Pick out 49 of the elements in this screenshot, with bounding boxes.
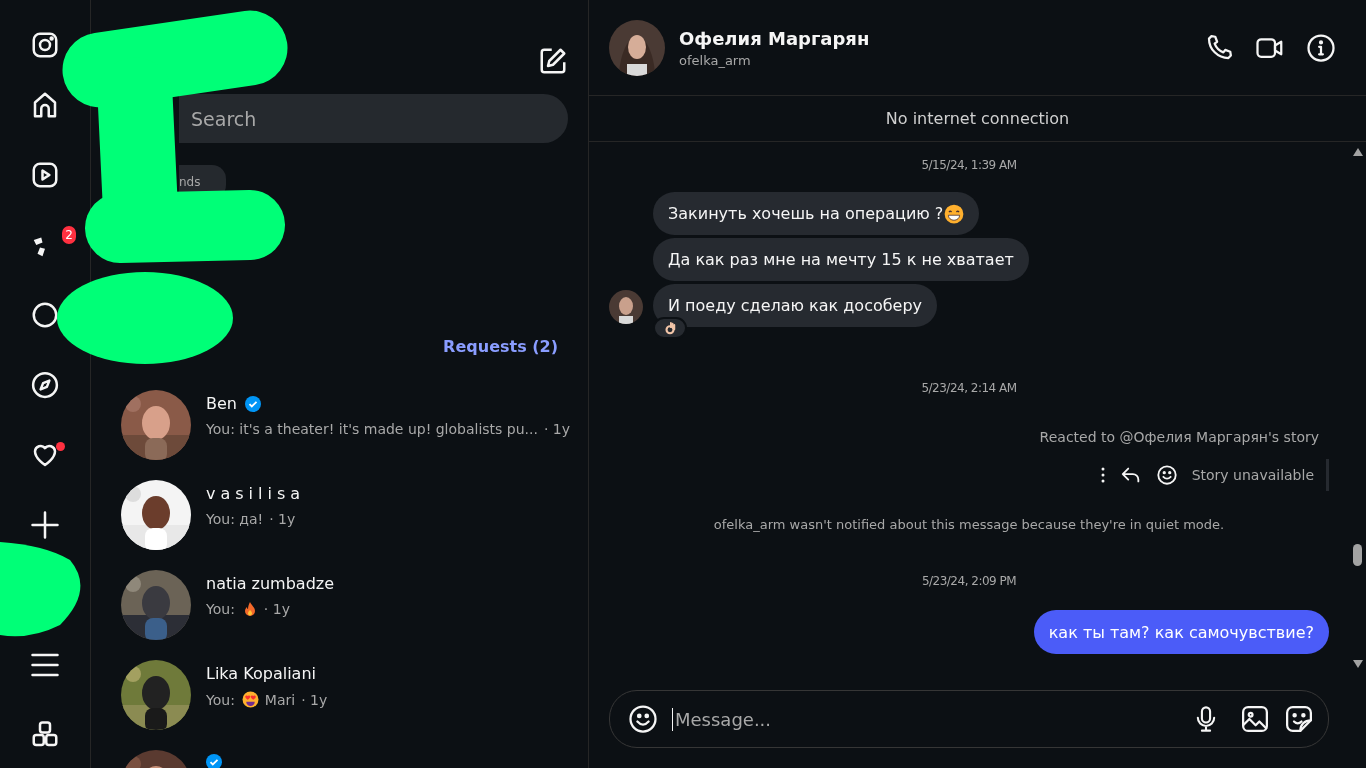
- message-text: Да как раз мне на мечту 15 к не хватает: [668, 250, 1014, 269]
- compose-icon[interactable]: [538, 46, 568, 76]
- sticker-icon[interactable]: [1284, 704, 1314, 734]
- grinning-face-icon: [944, 203, 965, 224]
- message-preview: You:: [206, 691, 235, 708]
- contact-name[interactable]: vasilisa: [206, 484, 306, 503]
- requests-link[interactable]: Requests (2): [443, 337, 558, 356]
- contact-name[interactable]: Офелия Маргарян: [679, 27, 870, 49]
- message-time: · 1y: [301, 691, 328, 708]
- contact-name[interactable]: natia zumbadze: [206, 574, 335, 593]
- message-time: · 1y: [263, 601, 290, 617]
- notification-badge: 2: [60, 224, 78, 246]
- emoji-icon[interactable]: [628, 704, 658, 734]
- explore-icon[interactable]: [30, 370, 60, 400]
- scrollbar-thumb[interactable]: [1353, 544, 1362, 566]
- message-text: И поеду сделаю как дособеру: [668, 296, 923, 315]
- message-time: · 1y: [543, 421, 571, 437]
- story-status: Story unavailable: [1191, 467, 1314, 483]
- message-text: Закинуть хочешь на операцию ?: [668, 204, 944, 223]
- message-preview: You: it's a theater! it's made up! globalists pu...: [206, 421, 538, 437]
- message-time: · 1y: [269, 511, 296, 527]
- timestamp: 5/23/24, 2:14 AM: [921, 381, 1017, 395]
- scroll-up-icon[interactable]: [1352, 148, 1363, 156]
- circle-icon[interactable]: [30, 300, 60, 330]
- heart-eyes-face-icon: [241, 691, 259, 708]
- reels-icon[interactable]: [30, 160, 60, 190]
- quiet-mode-notice: ofelka_arm wasn't notified about this message because they're in quiet mode.: [713, 517, 1225, 532]
- message-preview: Mari: [264, 691, 296, 708]
- timestamp: 5/15/24, 1:39 AM: [921, 158, 1017, 172]
- more-options-icon[interactable]: [1099, 466, 1106, 484]
- connection-banner: No internet connection: [589, 96, 1366, 142]
- contact-name[interactable]: Lika Kopaliani: [206, 664, 316, 683]
- logo-icon[interactable]: [30, 30, 60, 60]
- message-preview: You: да!: [206, 511, 264, 527]
- create-icon[interactable]: [30, 510, 60, 540]
- username: ofelka_arm: [679, 52, 752, 68]
- contact-name[interactable]: Ben: [206, 394, 237, 413]
- search-field[interactable]: Search: [179, 94, 568, 143]
- image-icon[interactable]: [1240, 704, 1270, 734]
- ok-hand-icon[interactable]: [653, 317, 687, 339]
- message-bubble: как ты там? как самочувствие?: [1033, 610, 1329, 654]
- info-icon[interactable]: [1306, 32, 1336, 63]
- scroll-down-icon[interactable]: [1352, 660, 1363, 668]
- message-field[interactable]: Message...: [672, 707, 1178, 731]
- message-composer[interactable]: Message...: [609, 690, 1329, 748]
- smiley-icon[interactable]: [1155, 464, 1178, 486]
- message-preview: You:: [206, 601, 235, 617]
- timestamp: 5/23/24, 2:09 PM: [921, 574, 1017, 588]
- story-reaction-label: Reacted to @Офелия Маргарян's story: [1039, 429, 1319, 445]
